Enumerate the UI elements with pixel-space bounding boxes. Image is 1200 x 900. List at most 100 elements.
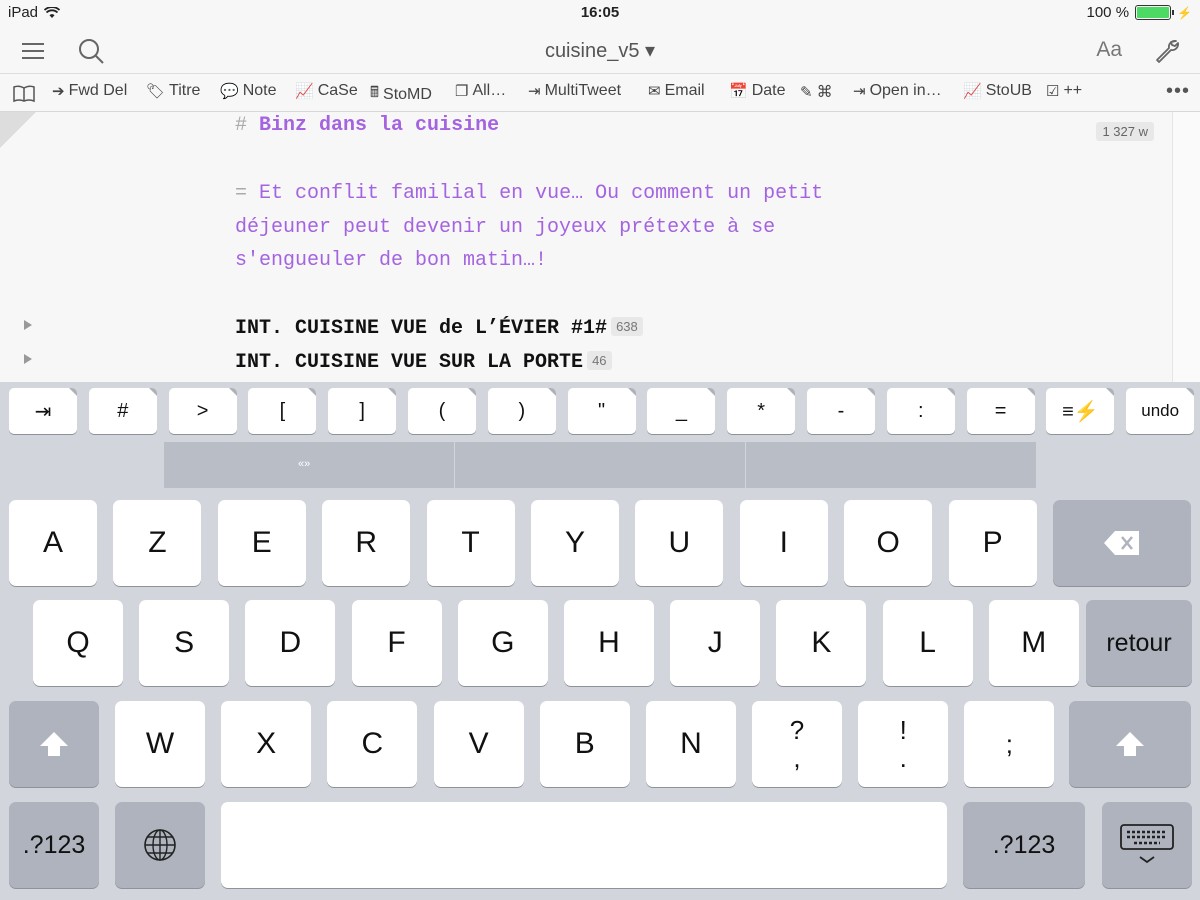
key-h[interactable]: H: [564, 600, 654, 686]
key-q[interactable]: Q: [33, 600, 123, 686]
extra-key[interactable]: undo: [1126, 388, 1195, 434]
toolbar-button-label: Note: [242, 82, 277, 99]
key-n[interactable]: N: [646, 701, 736, 787]
toolbar-button[interactable]: ❐ All…: [455, 82, 506, 100]
extra-key[interactable]: -: [807, 388, 875, 434]
suggestion-middle[interactable]: [455, 442, 745, 488]
punctuation-glyph: ,: [793, 743, 801, 773]
document-title[interactable]: cuisine_v5 ▾: [0, 38, 1200, 63]
word-count-badge: 1 327 w: [1096, 122, 1154, 141]
toolbar-button-label: MultiTweet: [544, 82, 622, 99]
toolbar-button[interactable]: ⇥ MultiTweet: [528, 82, 621, 100]
punctuation-key[interactable]: ;: [964, 701, 1055, 787]
punctuation-glyph: ?: [789, 715, 805, 745]
toolbar-button[interactable]: ➔ Fwd Del: [52, 82, 127, 100]
toolbar-button-label: CaSe: [317, 82, 358, 99]
key-o[interactable]: O: [844, 500, 933, 586]
status-bar: iPad 16:05 100 % ⚡: [0, 0, 1200, 26]
extra-key[interactable]: [: [248, 388, 317, 434]
toolbar-button[interactable]: 📈 StoUB: [963, 82, 1032, 100]
key-w[interactable]: W: [115, 701, 205, 787]
space-bar[interactable]: [221, 802, 947, 888]
extra-key[interactable]: #: [88, 388, 157, 434]
key-f[interactable]: F: [351, 600, 442, 686]
book-icon[interactable]: [12, 85, 36, 103]
scrollbar[interactable]: [1172, 112, 1200, 382]
toolbar-button[interactable]: ⇥ Open in…: [853, 82, 942, 100]
toolbar-button[interactable]: 📅 Date: [729, 82, 785, 100]
shift-key-left[interactable]: [9, 701, 99, 787]
synopsis-line-3: s'engueuler de bon matin…!: [235, 249, 548, 272]
shift-key-right[interactable]: [1069, 701, 1191, 787]
key-j[interactable]: J: [670, 600, 761, 686]
punctuation-key[interactable]: ?,: [752, 701, 842, 787]
more-icon[interactable]: •••: [1166, 80, 1190, 103]
key-i[interactable]: I: [739, 500, 828, 586]
heading-line: # Binz dans la cuisine: [235, 114, 499, 137]
wrench-icon[interactable]: [1152, 36, 1182, 66]
key-c[interactable]: C: [327, 701, 418, 787]
key-x[interactable]: X: [221, 701, 312, 787]
key-p[interactable]: P: [948, 500, 1037, 586]
key-e[interactable]: E: [217, 500, 306, 586]
shift-icon: [40, 732, 68, 756]
heading-marker: #: [235, 114, 248, 137]
tag-icon: 🏷: [146, 83, 166, 100]
suggestion-right[interactable]: [746, 442, 1036, 488]
key-v[interactable]: V: [433, 701, 524, 787]
key-t[interactable]: T: [426, 500, 515, 586]
extra-key[interactable]: ⇥: [9, 388, 77, 434]
extra-key[interactable]: ): [487, 388, 556, 434]
globe-key[interactable]: [115, 802, 205, 888]
hide-keyboard-key[interactable]: [1102, 802, 1192, 888]
backspace-key[interactable]: [1053, 500, 1191, 586]
extra-key[interactable]: =: [966, 388, 1035, 434]
key-y[interactable]: Y: [531, 500, 619, 586]
key-d[interactable]: D: [245, 600, 336, 686]
scene-2-word-count: 46: [587, 351, 612, 370]
toolbar-button[interactable]: 🖩 StoMD: [370, 82, 432, 107]
chart-icon: 📈: [295, 83, 314, 100]
key-s[interactable]: S: [139, 600, 230, 686]
toolbar-button[interactable]: ✎ ⌘: [800, 82, 833, 102]
text-editor[interactable]: 1 327 w # Binz dans la cuisine = Et conf…: [0, 112, 1172, 382]
copy-icon: ❐: [455, 83, 469, 100]
fold-triangle-icon[interactable]: [24, 354, 32, 364]
key-u[interactable]: U: [635, 500, 724, 586]
extra-key[interactable]: :: [886, 388, 955, 434]
font-settings-button[interactable]: Aa: [1096, 38, 1122, 62]
cash-register-icon: 🖩: [370, 84, 380, 101]
key-r[interactable]: R: [322, 500, 411, 586]
key-g[interactable]: G: [457, 600, 548, 686]
heading-text: Binz dans la cuisine: [259, 114, 500, 137]
toolbar-button[interactable]: 🏷 Titre: [146, 82, 200, 100]
toolbar-button[interactable]: 📈 CaSe: [295, 82, 358, 100]
key-l[interactable]: L: [882, 600, 973, 686]
return-key[interactable]: retour: [1086, 600, 1192, 686]
extra-key[interactable]: ≡⚡: [1046, 388, 1115, 434]
numbers-key-right[interactable]: .?123: [963, 802, 1085, 888]
extra-key[interactable]: _: [647, 388, 716, 434]
scene-1-word-count: 638: [611, 317, 643, 336]
toolbar-button[interactable]: ☑ ++: [1046, 82, 1082, 100]
key-a[interactable]: A: [9, 500, 97, 586]
key-m[interactable]: M: [988, 600, 1079, 686]
extra-key[interactable]: ]: [328, 388, 397, 434]
synopsis-line-1: = Et conflit familial en vue… Ou comment…: [235, 182, 823, 205]
extra-key[interactable]: >: [168, 388, 237, 434]
key-k[interactable]: K: [776, 600, 867, 686]
toolbar-button[interactable]: ✉ Email: [648, 82, 705, 100]
numbers-key-left[interactable]: .?123: [9, 802, 99, 888]
punctuation-key[interactable]: !.: [858, 701, 949, 787]
checklist-icon: ☑: [1046, 83, 1060, 100]
toolbar-button[interactable]: 💬 Note: [220, 82, 276, 100]
key-b[interactable]: B: [539, 701, 630, 787]
key-z[interactable]: Z: [113, 500, 202, 586]
extra-key[interactable]: *: [727, 388, 796, 434]
fold-triangle-icon[interactable]: [24, 320, 32, 330]
extra-key[interactable]: (: [408, 388, 476, 434]
scene-heading-2: INT. CUISINE VUE SUR LA PORTE 46: [235, 351, 612, 374]
extra-key[interactable]: ": [567, 388, 636, 434]
toolbar-button-label: StoUB: [985, 82, 1032, 99]
toolbar-button-label: Date: [751, 82, 786, 99]
